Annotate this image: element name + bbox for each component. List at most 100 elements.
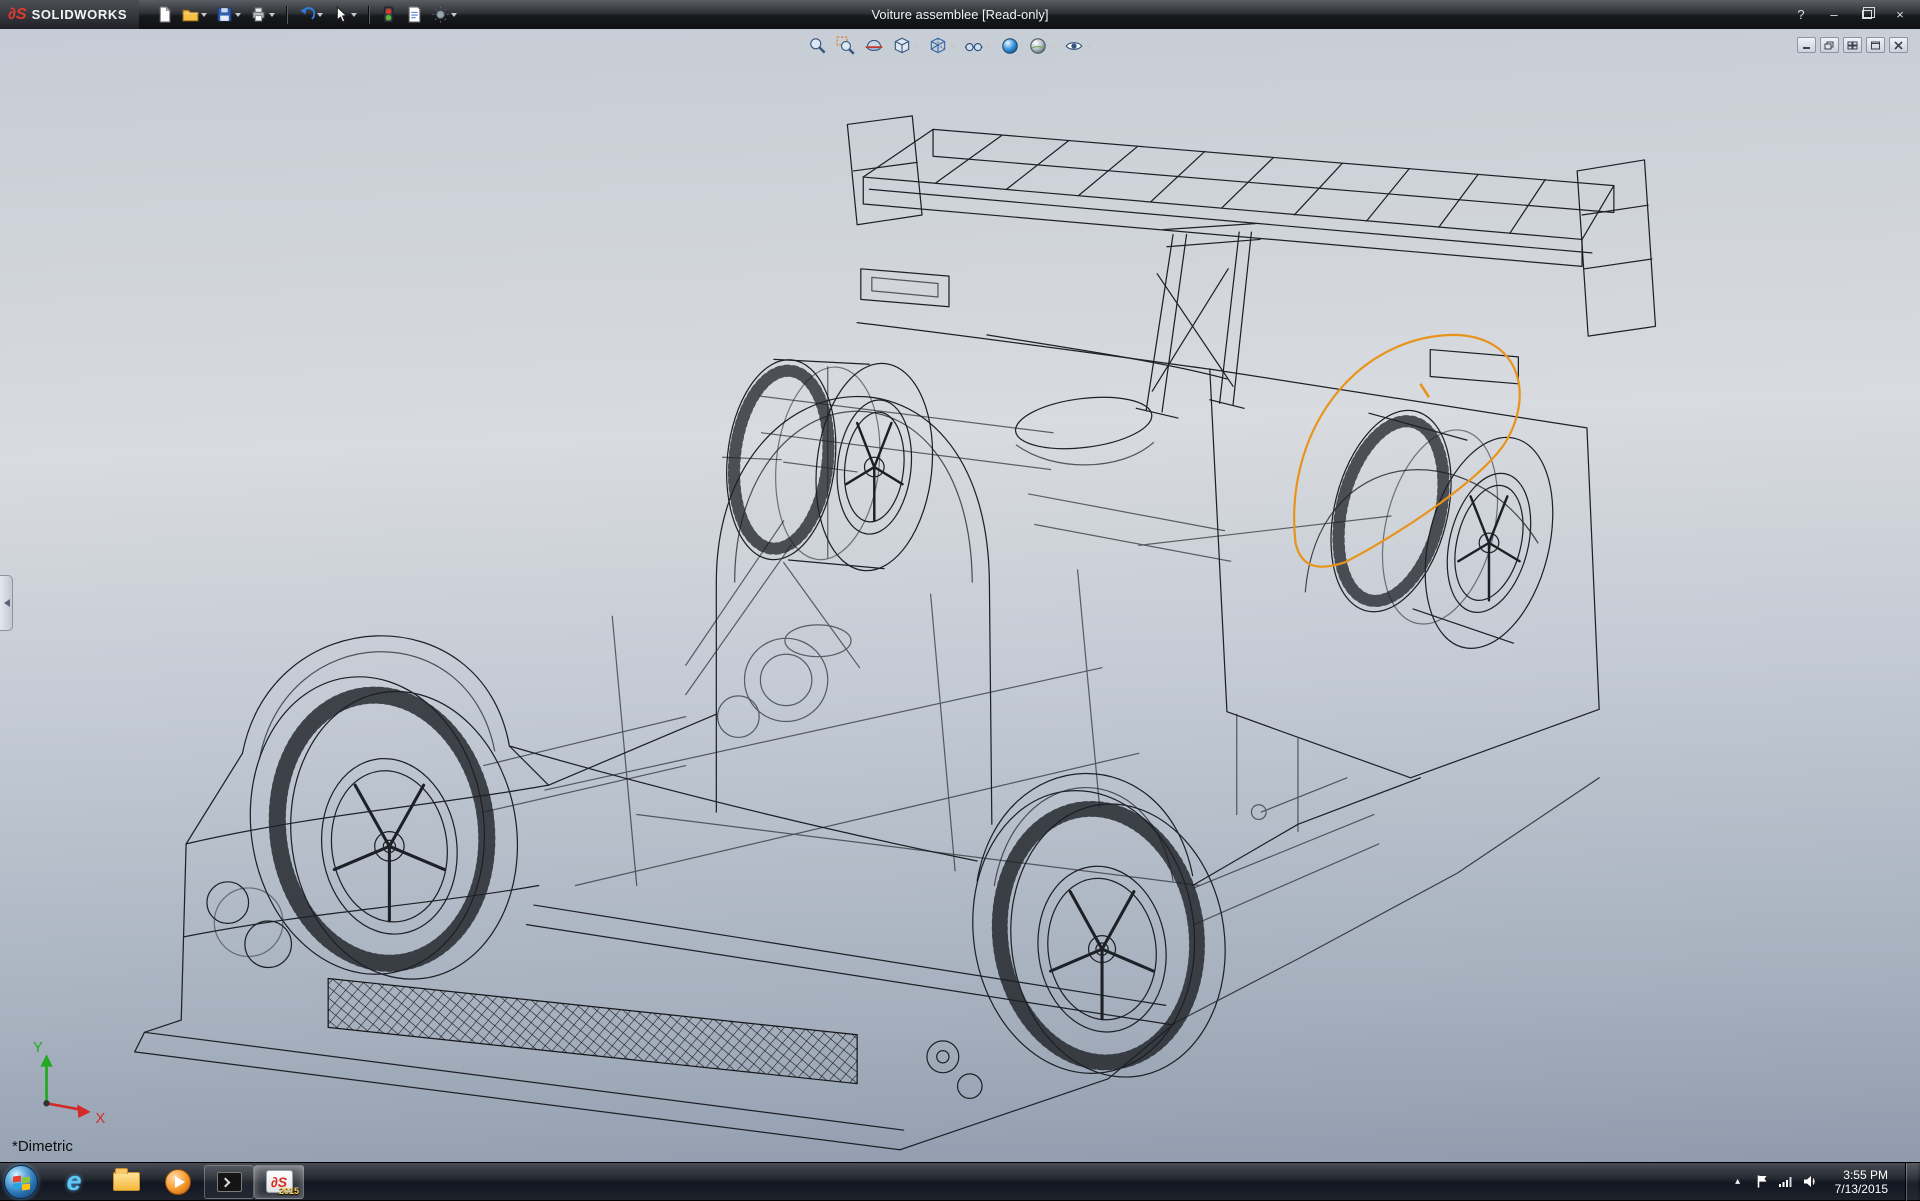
- toolbar-separator: [368, 6, 369, 24]
- show-desktop-button[interactable]: [1905, 1163, 1918, 1201]
- minimize-button[interactable]: –: [1819, 5, 1849, 25]
- wireframe-model[interactable]: Y X: [0, 29, 1920, 1162]
- doc-tile-button[interactable]: [1843, 37, 1862, 53]
- taskbar-item-internet-explorer[interactable]: e: [48, 1163, 100, 1201]
- close-button[interactable]: ×: [1885, 5, 1915, 25]
- edit-appearance-ball-icon: [1000, 36, 1020, 56]
- select-tool-button[interactable]: [329, 3, 360, 26]
- options-button[interactable]: [429, 3, 460, 26]
- view-settings-caret[interactable]: [1086, 45, 1092, 52]
- file-properties-icon: [406, 6, 423, 23]
- open-dropdown-caret[interactable]: [201, 13, 207, 20]
- taskbar-item-command-prompt[interactable]: [204, 1165, 254, 1199]
- doc-close-button[interactable]: [1889, 37, 1908, 53]
- view-orientation-caret[interactable]: [914, 45, 920, 52]
- display-style-icon: [928, 36, 948, 56]
- options-gear-icon: [432, 6, 449, 23]
- save-dropdown-caret[interactable]: [235, 13, 241, 20]
- undo-dropdown-caret[interactable]: [317, 13, 323, 20]
- display-style-button[interactable]: [926, 33, 958, 59]
- select-dropdown-caret[interactable]: [351, 13, 357, 20]
- start-button[interactable]: [4, 1165, 38, 1199]
- undo-button[interactable]: [295, 3, 326, 26]
- window-controls: ? – ×: [1786, 5, 1920, 25]
- doc-restore-icon: [1824, 41, 1835, 50]
- doc-restore-button[interactable]: [1820, 37, 1839, 53]
- new-document-icon: [156, 6, 173, 23]
- zoom-to-area-icon: [836, 36, 856, 56]
- open-document-icon: [182, 6, 199, 23]
- select-cursor-icon: [332, 6, 349, 23]
- taskbar-item-media-player[interactable]: [152, 1163, 204, 1201]
- view-orientation-label: *Dimetric: [12, 1138, 73, 1155]
- zoom-to-fit-icon: [808, 36, 828, 56]
- help-button[interactable]: ?: [1786, 5, 1816, 25]
- hide-show-caret[interactable]: [986, 45, 992, 52]
- rear-wing: [847, 116, 1655, 418]
- options-dropdown-caret[interactable]: [451, 13, 457, 20]
- volume-icon[interactable]: [1803, 1175, 1818, 1188]
- zoom-to-fit-button[interactable]: [806, 33, 830, 59]
- display-style-caret[interactable]: [950, 45, 956, 52]
- triad-origin: [43, 1100, 49, 1106]
- edit-appearance-button[interactable]: [998, 33, 1022, 59]
- apply-scene-caret[interactable]: [1050, 45, 1056, 52]
- section-view-button[interactable]: [862, 33, 886, 59]
- play-icon: [175, 1176, 185, 1188]
- solidworks-version-badge: 2015: [279, 1186, 299, 1196]
- graphics-area[interactable]: Y X: [0, 29, 1920, 1162]
- doc-maximize-button[interactable]: [1866, 37, 1885, 53]
- rebuild-button[interactable]: [377, 3, 400, 26]
- doc-maximize-icon: [1870, 41, 1881, 50]
- chevron-left-icon: [0, 599, 10, 607]
- taskbar-clock[interactable]: 3:55 PM 7/13/2015: [1827, 1168, 1896, 1196]
- view-settings-button[interactable]: [1062, 33, 1094, 59]
- print-document-button[interactable]: [247, 3, 278, 26]
- heads-up-toolbar: [806, 33, 1094, 59]
- triad-y-arrowhead: [40, 1054, 52, 1066]
- system-tray: ▴ 3:55 PM 7/13/2015: [1729, 1163, 1920, 1201]
- tray-expand-button[interactable]: ▴: [1729, 1176, 1747, 1187]
- doc-minimize-button[interactable]: [1797, 37, 1816, 53]
- triad-x-label: X: [96, 1111, 106, 1127]
- taskbar-item-windows-explorer[interactable]: [100, 1163, 152, 1201]
- taskbar-item-solidworks[interactable]: ∂S 2015: [254, 1165, 304, 1199]
- command-prompt-icon: [217, 1172, 242, 1192]
- apply-scene-button[interactable]: [1026, 33, 1058, 59]
- open-document-button[interactable]: [179, 3, 210, 26]
- featuremanager-collapsed-tab[interactable]: [0, 575, 13, 631]
- section-view-icon: [864, 36, 884, 56]
- zoom-to-area-button[interactable]: [834, 33, 858, 59]
- toolbar-separator: [286, 6, 287, 24]
- triad-x-arrowhead: [77, 1104, 90, 1117]
- action-center-flag-icon[interactable]: [1756, 1174, 1769, 1189]
- media-player-icon: [165, 1169, 191, 1195]
- chassis-detail: [484, 367, 1391, 925]
- solidworks-window: ∂S SOLIDWORKS: [0, 0, 1920, 1200]
- view-orientation-button[interactable]: [890, 33, 922, 59]
- view-orientation-cube-icon: [892, 36, 912, 56]
- solidworks-logo-text: SOLIDWORKS: [32, 7, 128, 22]
- solidworks-logo: ∂S SOLIDWORKS: [0, 0, 139, 29]
- doc-tile-icon: [1847, 41, 1858, 50]
- print-dropdown-caret[interactable]: [269, 13, 275, 20]
- restore-button[interactable]: [1852, 5, 1882, 25]
- new-document-button[interactable]: [153, 3, 176, 26]
- front-right-wheel: [717, 354, 942, 576]
- hide-show-items-button[interactable]: [962, 33, 994, 59]
- windows-flag-icon: [13, 1175, 21, 1182]
- window-title: Voiture assemblee [Read-only]: [871, 7, 1048, 22]
- taskbar: e ∂S 2015 ▴ 3:55 PM 7/13/2015: [0, 1162, 1920, 1200]
- doc-close-icon: [1893, 41, 1904, 50]
- network-icon[interactable]: [1778, 1175, 1794, 1188]
- clock-time: 3:55 PM: [1835, 1168, 1888, 1182]
- folder-icon: [113, 1172, 140, 1191]
- save-document-button[interactable]: [213, 3, 244, 26]
- orientation-triad[interactable]: Y X: [33, 1040, 105, 1127]
- undo-icon: [298, 6, 315, 23]
- hide-show-glasses-icon: [964, 36, 984, 56]
- save-document-icon: [216, 6, 233, 23]
- rear-left-wheel: [955, 776, 1243, 1091]
- file-properties-button[interactable]: [403, 3, 426, 26]
- apply-scene-ball-icon: [1028, 36, 1048, 56]
